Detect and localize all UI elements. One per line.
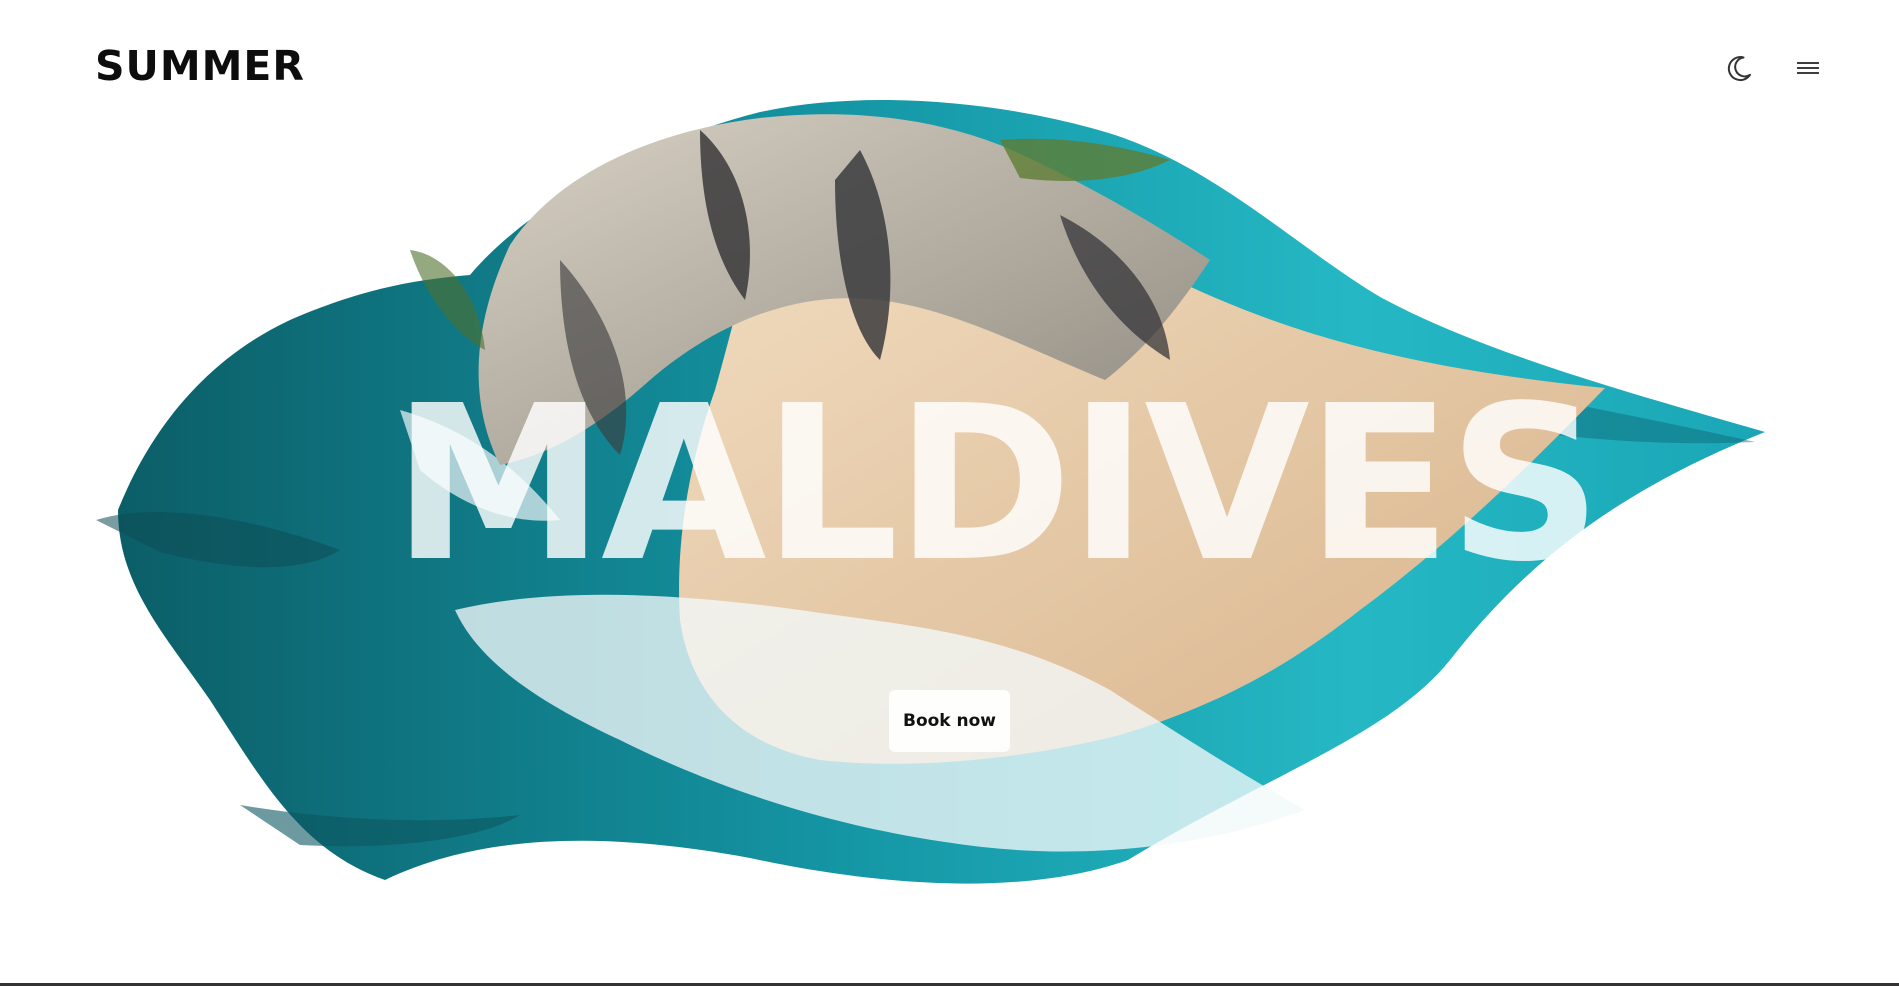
book-now-button[interactable]: Book now — [889, 690, 1010, 752]
hero-title: MALDIVES — [392, 360, 1602, 609]
page: SUMMER MALDIVES Book now — [0, 0, 1899, 986]
